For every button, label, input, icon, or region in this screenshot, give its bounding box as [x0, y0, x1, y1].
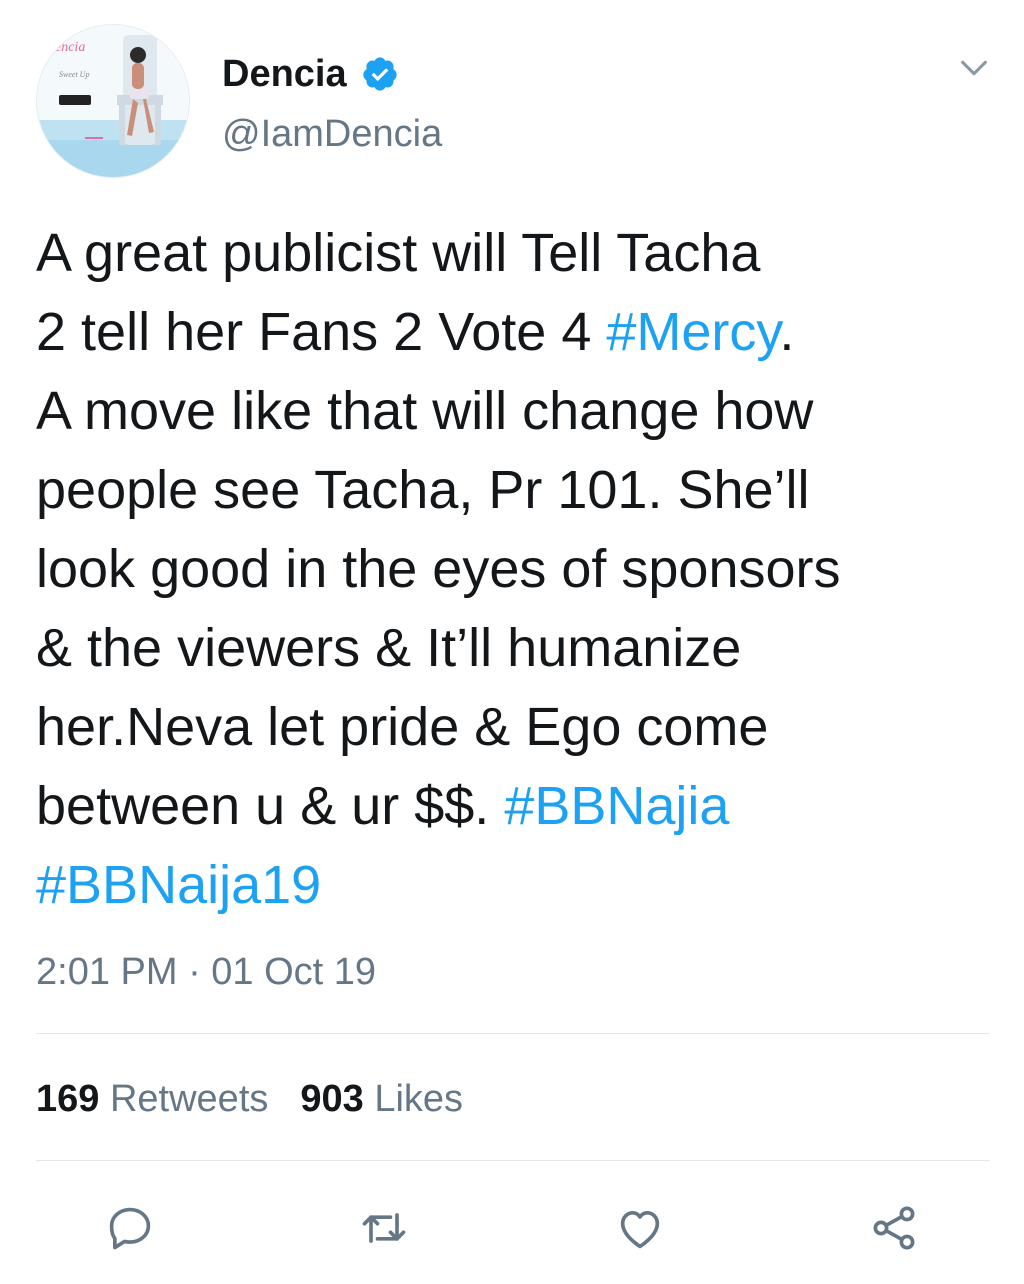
- tweet-text-line: & the viewers & It’ll humanize: [36, 609, 986, 688]
- retweets-label: Retweets: [109, 1078, 269, 1120]
- tweet-text-line: between u & ur $$. #BBNajia: [36, 767, 986, 846]
- tweet-text-line: A great publicist will Tell Tacha: [36, 214, 986, 293]
- tweet-text-segment: her.Neva let pride & Ego come: [36, 697, 769, 757]
- tweet-text-segment: between u & ur $$.: [36, 776, 505, 836]
- tweet-text-segment: 2 tell her Fans 2 Vote 4: [36, 302, 607, 362]
- like-button[interactable]: [610, 1198, 670, 1258]
- avatar-image: encia Sweet Up: [37, 25, 189, 177]
- tweet-text-line: her.Neva let pride & Ego come: [36, 688, 986, 767]
- reply-icon: [109, 1207, 151, 1250]
- tweet-text-segment: A move like that will change how: [36, 381, 814, 441]
- retweet-icon: [362, 1213, 406, 1243]
- tweet-stats: 169 Retweets 903 Likes: [36, 1075, 463, 1123]
- tweet-timestamp[interactable]: 2:01 PM · 01 Oct 19: [36, 948, 376, 996]
- share-icon: [873, 1206, 915, 1250]
- tweet-text-line: A move like that will change how: [36, 372, 986, 451]
- hashtag-link[interactable]: #Mercy: [606, 302, 779, 362]
- tweet-menu-button[interactable]: [950, 44, 998, 92]
- tweet-text-segment: people see Tacha, Pr 101. She’ll: [36, 460, 810, 520]
- author-handle[interactable]: @IamDencia: [222, 110, 442, 158]
- divider: [36, 1160, 990, 1161]
- retweets-count: 169: [36, 1078, 100, 1120]
- retweets-stat[interactable]: 169 Retweets: [36, 1075, 268, 1123]
- author-name[interactable]: Dencia: [222, 50, 399, 98]
- svg-text:encia: encia: [55, 40, 85, 55]
- reply-button[interactable]: [100, 1198, 160, 1258]
- chevron-down-icon: [961, 60, 987, 76]
- tweet-text-line: 2 tell her Fans 2 Vote 4 #Mercy.: [36, 293, 986, 372]
- svg-text:Sweet Up: Sweet Up: [59, 70, 89, 79]
- likes-label: Likes: [374, 1078, 464, 1120]
- tweet-text-segment: look good in the eyes of sponsors: [36, 539, 841, 599]
- author-name-text: Dencia: [222, 53, 347, 95]
- tweet-text: A great publicist will Tell Tacha 2 tell …: [36, 214, 986, 925]
- hashtag-link[interactable]: #BBNajia: [504, 776, 729, 836]
- divider: [36, 1033, 990, 1034]
- tweet-text-segment: .: [779, 302, 795, 362]
- likes-count: 903: [300, 1078, 364, 1120]
- tweet-text-line: people see Tacha, Pr 101. She’ll: [36, 451, 986, 530]
- tweet-card: encia Sweet Up Dencia @IamDencia A great…: [0, 0, 1024, 1284]
- tweet-text-line: look good in the eyes of sponsors: [36, 530, 986, 609]
- avatar[interactable]: encia Sweet Up: [36, 24, 190, 178]
- share-button[interactable]: [864, 1198, 924, 1258]
- hashtag-link[interactable]: #BBNaija19: [36, 855, 321, 915]
- tweet-text-line: #BBNaija19: [36, 846, 986, 925]
- retweet-button[interactable]: [354, 1198, 414, 1258]
- tweet-text-segment: & the viewers & It’ll humanize: [36, 618, 742, 678]
- likes-stat[interactable]: 903 Likes: [300, 1075, 463, 1123]
- heart-icon: [620, 1210, 660, 1249]
- verified-badge-icon: [362, 57, 397, 91]
- tweet-text-segment: A great publicist will Tell Tacha: [36, 223, 761, 283]
